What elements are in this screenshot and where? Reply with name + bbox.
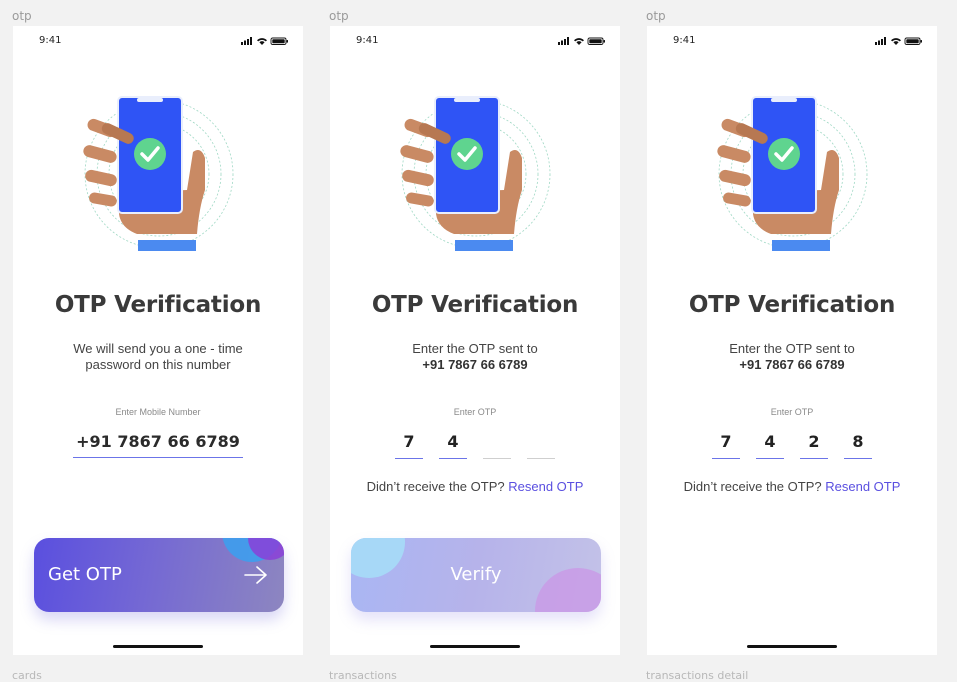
resend-prompt: Didn’t receive the OTP? <box>366 479 505 494</box>
otp-underline <box>800 458 828 459</box>
otp-digit-input[interactable]: 4 <box>756 431 784 459</box>
phone-screen-enter-otp: 9:41 OTP Verification Enter the OTP sent… <box>330 26 620 655</box>
signal-icon <box>241 37 252 45</box>
otp-digit-input[interactable] <box>527 431 555 459</box>
otp-field-label: Enter OTP <box>453 407 497 417</box>
signal-icon <box>558 37 569 45</box>
otp-digit: 4 <box>447 432 459 451</box>
subtitle-line: Enter the OTP sent to <box>412 341 538 356</box>
page-title: OTP Verification <box>371 292 579 318</box>
home-indicator[interactable] <box>747 645 837 648</box>
subtitle: Enter the OTP sent to +91 7867 66 6789 <box>647 341 937 373</box>
phone-screen-otp-filled: 9:41 OTP Verification Enter the OTP sent… <box>647 26 937 655</box>
status-time: 9:41 <box>39 35 62 46</box>
resend-prompt: Didn’t receive the OTP? <box>683 479 822 494</box>
frame-label-transactions-detail: transactions detail <box>646 669 749 682</box>
subtitle: Enter the OTP sent to +91 7867 66 6789 <box>330 341 620 373</box>
phone-in-hand-illustration <box>83 96 234 251</box>
otp-underline <box>756 458 784 459</box>
verify-button[interactable]: Verify <box>351 538 601 612</box>
subtitle-line: We will send you a one - time <box>73 341 243 356</box>
get-otp-label: Get OTP <box>48 564 122 585</box>
page-title: OTP Verification <box>54 292 262 318</box>
frame-label-transactions: transactions <box>329 669 397 682</box>
otp-digit-input[interactable]: 7 <box>712 431 740 459</box>
mobile-input-underline <box>73 457 243 458</box>
otp-digit <box>527 431 555 452</box>
otp-underline <box>439 458 467 459</box>
otp-underline <box>712 458 740 459</box>
status-icons <box>875 37 922 45</box>
resend-row: Didn’t receive the OTP? Resend OTP <box>330 479 620 494</box>
resend-row: Didn’t receive the OTP? Resend OTP <box>647 479 937 494</box>
verify-label: Verify <box>450 564 502 585</box>
otp-digit: 4 <box>764 432 776 451</box>
get-otp-button[interactable]: Get OTP <box>34 538 284 612</box>
status-icons <box>241 37 288 45</box>
home-indicator[interactable] <box>430 645 520 648</box>
home-indicator[interactable] <box>113 645 203 648</box>
battery-icon <box>904 37 922 45</box>
phone-number-text: +91 7867 66 6789 <box>739 357 845 372</box>
battery-icon <box>270 37 288 45</box>
wifi-icon <box>257 38 267 45</box>
phone-in-hand-illustration <box>400 96 551 251</box>
phone-in-hand-illustration <box>717 96 868 251</box>
resend-otp-link[interactable]: Resend OTP <box>825 479 900 494</box>
frame-label-cards: cards <box>12 669 42 682</box>
frame-label: otp <box>329 9 349 23</box>
otp-underline <box>527 458 555 459</box>
otp-underline <box>844 458 872 459</box>
otp-digit-input[interactable]: 4 <box>439 431 467 459</box>
otp-digit: 2 <box>808 432 820 451</box>
otp-digit-input[interactable]: 7 <box>395 431 423 459</box>
otp-digit: 7 <box>403 432 415 451</box>
battery-icon <box>587 37 605 45</box>
wifi-icon <box>574 38 584 45</box>
otp-digit: 7 <box>720 432 732 451</box>
otp-underline <box>395 458 423 459</box>
mobile-field-label: Enter Mobile Number <box>115 407 201 417</box>
otp-underline <box>483 458 511 459</box>
phone-number-text: +91 7867 66 6789 <box>422 357 528 372</box>
otp-digit: 8 <box>852 432 864 451</box>
subtitle-line: Enter the OTP sent to <box>729 341 855 356</box>
otp-digit-input[interactable] <box>483 431 511 459</box>
status-time: 9:41 <box>673 35 696 46</box>
wifi-icon <box>891 38 901 45</box>
page-title: OTP Verification <box>688 292 896 318</box>
mobile-number-input[interactable]: +91 7867 66 6789 <box>73 432 243 451</box>
otp-digit <box>483 431 511 452</box>
otp-field-label: Enter OTP <box>770 407 814 417</box>
status-icons <box>558 37 605 45</box>
frame-label: otp <box>646 9 666 23</box>
frame-label: otp <box>12 9 32 23</box>
subtitle: We will send you a one - time password o… <box>13 341 303 373</box>
resend-otp-link[interactable]: Resend OTP <box>508 479 583 494</box>
subtitle-line: password on this number <box>85 357 231 372</box>
arrow-right-icon <box>244 566 267 584</box>
signal-icon <box>875 37 886 45</box>
otp-digit-input[interactable]: 2 <box>800 431 828 459</box>
status-time: 9:41 <box>356 35 379 46</box>
otp-digit-input[interactable]: 8 <box>844 431 872 459</box>
phone-screen-enter-mobile: 9:41 OTP Verification We will send you a… <box>13 26 303 655</box>
